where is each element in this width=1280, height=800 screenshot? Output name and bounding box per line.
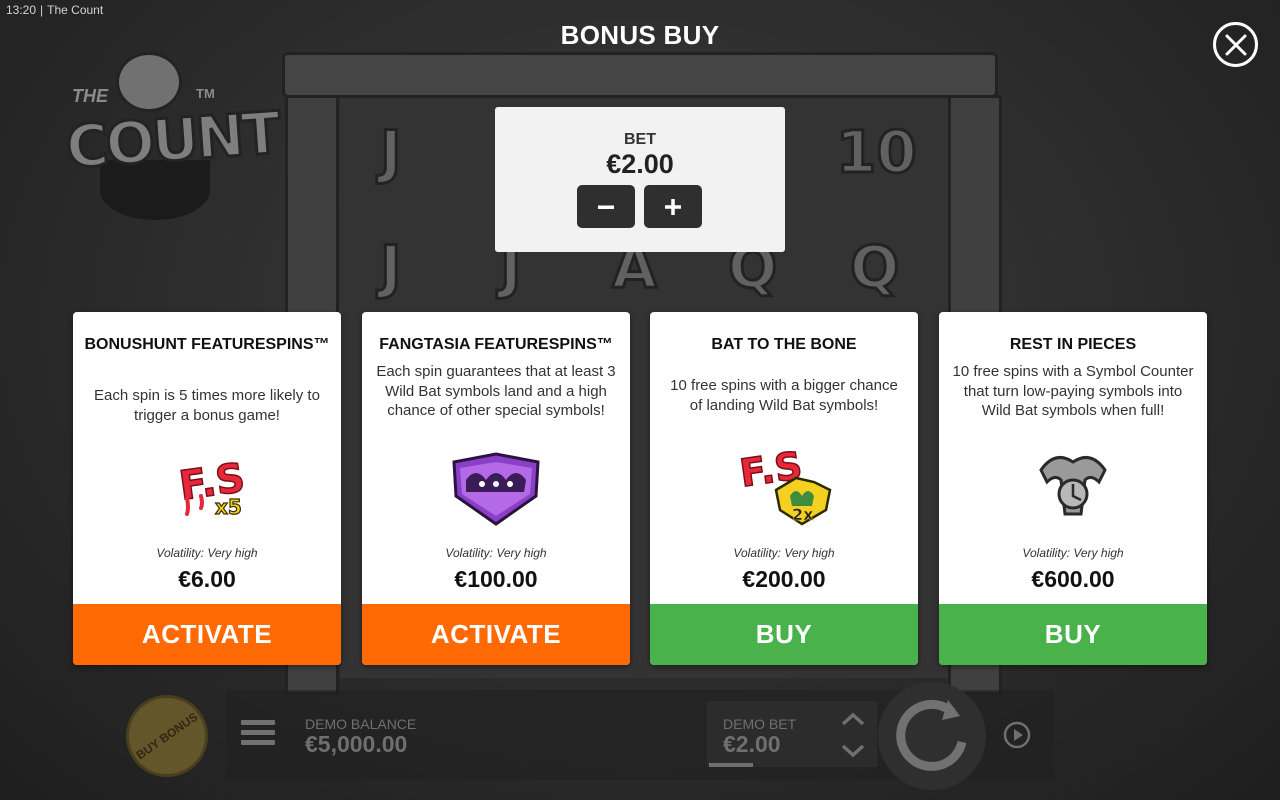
grey-bat-icon <box>1023 440 1123 528</box>
card-description: 10 free spins with a bigger chance of la… <box>670 377 898 414</box>
card-description: Each spin guarantees that at least 3 Wil… <box>376 363 616 419</box>
svg-text:x5: x5 <box>215 495 242 519</box>
bonus-card-bonushunt: BONUSHUNT FEATURESPINS™ Each spin is 5 t… <box>73 312 341 665</box>
increase-bet-button[interactable] <box>644 185 702 228</box>
card-price: €100.00 <box>454 566 538 592</box>
bonus-card-rest-in-pieces: REST IN PIECES 10 free spins with a Symb… <box>939 312 1207 665</box>
bet-label: BET <box>624 131 656 148</box>
card-volatility: Volatility: Very high <box>156 546 258 560</box>
card-price: €6.00 <box>178 566 236 592</box>
card-title: REST IN PIECES <box>1009 336 1137 353</box>
card-volatility: Volatility: Very high <box>445 546 547 560</box>
svg-text:2x: 2x <box>792 505 814 524</box>
plus-icon <box>665 198 681 215</box>
card-title: FANGTASIA FEATURESPINS™ <box>379 336 613 353</box>
bonus-card-bat-to-the-bone: BAT TO THE BONE 10 free spins with a big… <box>650 312 918 665</box>
card-title: BAT TO THE BONE <box>711 336 857 353</box>
decrease-bet-button[interactable] <box>577 185 635 228</box>
close-button[interactable] <box>1213 22 1258 67</box>
wild-bats-icon <box>446 440 546 528</box>
activate-button[interactable]: ACTIVATE <box>73 604 341 665</box>
card-price: €200.00 <box>742 566 826 592</box>
card-price: €600.00 <box>1031 566 1115 592</box>
card-title: BONUSHUNT FEATURESPINS™ <box>84 336 330 353</box>
fs-wild-bat-2x-icon: F.S 2x <box>734 440 834 528</box>
buy-button[interactable]: BUY <box>939 604 1207 665</box>
bet-selector: BET €2.00 <box>495 107 785 252</box>
card-description: Each spin is 5 times more likely to trig… <box>94 387 320 424</box>
activate-button[interactable]: ACTIVATE <box>362 604 630 665</box>
card-volatility: Volatility: Very high <box>1022 546 1124 560</box>
dialog-title: BONUS BUY <box>560 20 720 50</box>
bet-value: €2.00 <box>606 149 674 179</box>
card-description: 10 free spins with a Symbol Counter that… <box>952 363 1194 419</box>
card-volatility: Volatility: Very high <box>733 546 835 560</box>
bonus-card-fangtasia: FANGTASIA FEATURESPINS™ Each spin guaran… <box>362 312 630 665</box>
close-icon <box>1225 34 1246 55</box>
buy-button[interactable]: BUY <box>650 604 918 665</box>
minus-icon <box>598 205 614 209</box>
fs-x5-icon: F.S x5 <box>157 440 257 528</box>
